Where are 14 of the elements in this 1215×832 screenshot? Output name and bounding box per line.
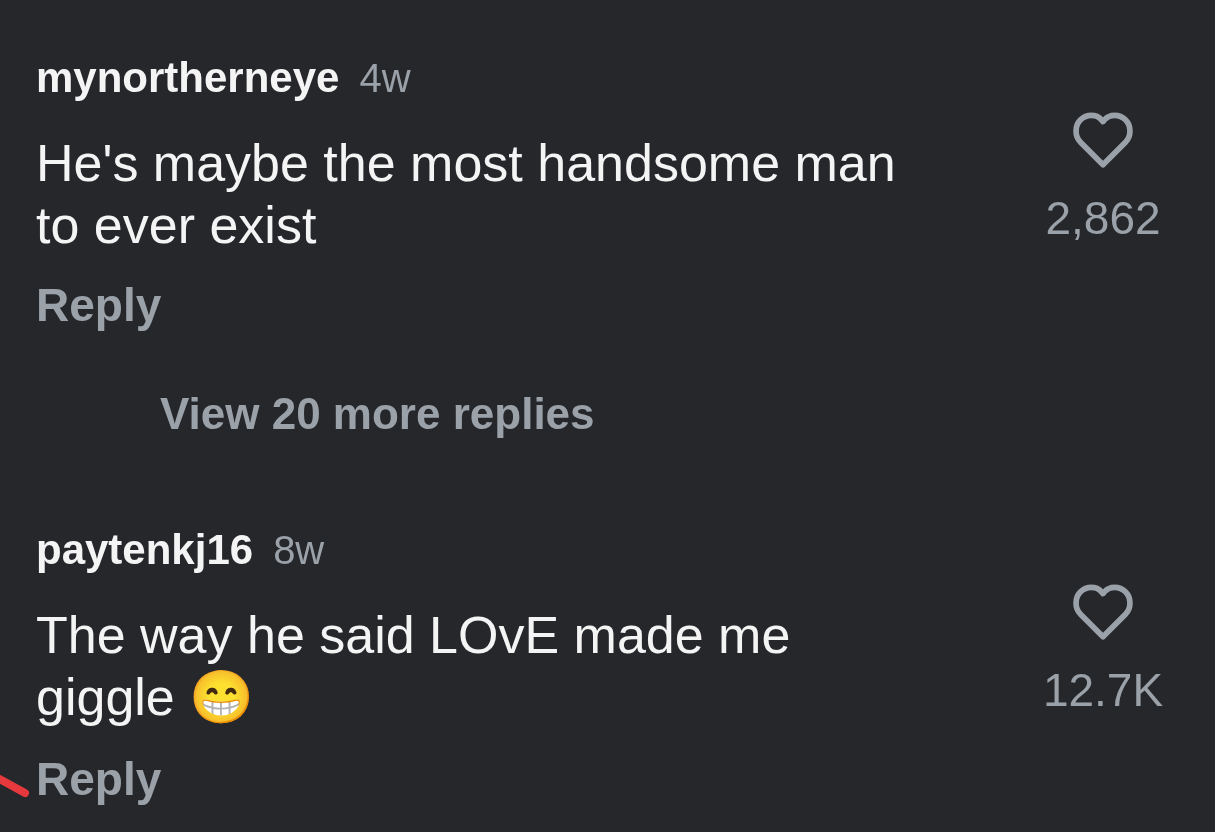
- comment-time: 4w: [359, 55, 411, 101]
- reply-button[interactable]: Reply: [36, 754, 162, 804]
- annotation-stroke-icon: [0, 775, 30, 799]
- like-count: 2,862: [1045, 193, 1161, 243]
- heart-icon[interactable]: [1073, 112, 1133, 168]
- like-count: 12.7K: [1042, 665, 1164, 715]
- heart-icon[interactable]: [1073, 584, 1133, 640]
- comment-username: paytenkj16: [36, 527, 254, 573]
- comment-text: The way he said LOvE made me giggle 😁: [36, 606, 791, 726]
- reply-button[interactable]: Reply: [36, 280, 162, 330]
- view-replies-button[interactable]: View 20 more replies: [160, 389, 595, 439]
- comment-text: He's maybe the most handsome man to ever exist: [36, 134, 896, 254]
- comment-username: mynortherneye: [36, 55, 340, 101]
- comment-time: 8w: [273, 527, 325, 573]
